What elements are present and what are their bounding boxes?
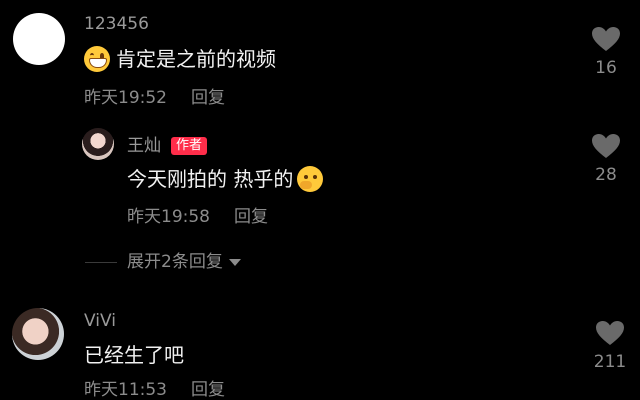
comment-text: 肯定是之前的视频 [84, 46, 276, 72]
comment-time: 昨天19:52 [84, 88, 167, 108]
reply-button[interactable]: 回复 [191, 380, 225, 400]
avatar[interactable] [82, 128, 114, 160]
expand-replies-button[interactable]: 展开2条回复 [127, 252, 241, 272]
comment-username[interactable]: 王灿 [127, 136, 161, 156]
comment-username[interactable]: 123456 [84, 14, 149, 34]
grinning-face-emoji-icon [84, 46, 110, 72]
divider [85, 262, 117, 263]
heart-icon [592, 27, 620, 51]
heart-icon [592, 134, 620, 158]
thinking-face-emoji-icon [297, 166, 324, 192]
comment-meta: 昨天11:53 回复 [84, 380, 225, 400]
author-badge: 作者 [171, 137, 208, 155]
reply-button[interactable]: 回复 [234, 207, 268, 227]
like-button[interactable]: 211 [590, 320, 630, 372]
caret-down-icon [228, 258, 241, 266]
comment-meta: 昨天19:58 回复 [127, 207, 268, 227]
comment-time: 昨天11:53 [84, 380, 167, 400]
like-count: 16 [595, 58, 617, 78]
comment-text-body: 已经生了吧 [84, 343, 184, 367]
heart-icon [596, 321, 624, 345]
avatar[interactable] [13, 13, 65, 65]
expand-replies-label: 展开2条回复 [127, 252, 223, 272]
like-button[interactable]: 28 [586, 133, 626, 185]
comment-text-body: 今天刚拍的 热乎的 [127, 167, 294, 191]
comment-username[interactable]: ViVi [84, 311, 116, 331]
like-count: 28 [595, 165, 617, 185]
comment-text: 已经生了吧 [84, 342, 184, 368]
reply-header: 王灿 作者 [127, 136, 208, 156]
comment-text: 今天刚拍的 热乎的 [127, 166, 324, 192]
reply-button[interactable]: 回复 [191, 88, 225, 108]
like-button[interactable]: 16 [586, 26, 626, 78]
comment-time: 昨天19:58 [127, 207, 210, 227]
comment-text-body: 肯定是之前的视频 [116, 47, 276, 71]
avatar[interactable] [12, 308, 64, 360]
like-count: 211 [593, 352, 627, 372]
comment-meta: 昨天19:52 回复 [84, 88, 225, 108]
